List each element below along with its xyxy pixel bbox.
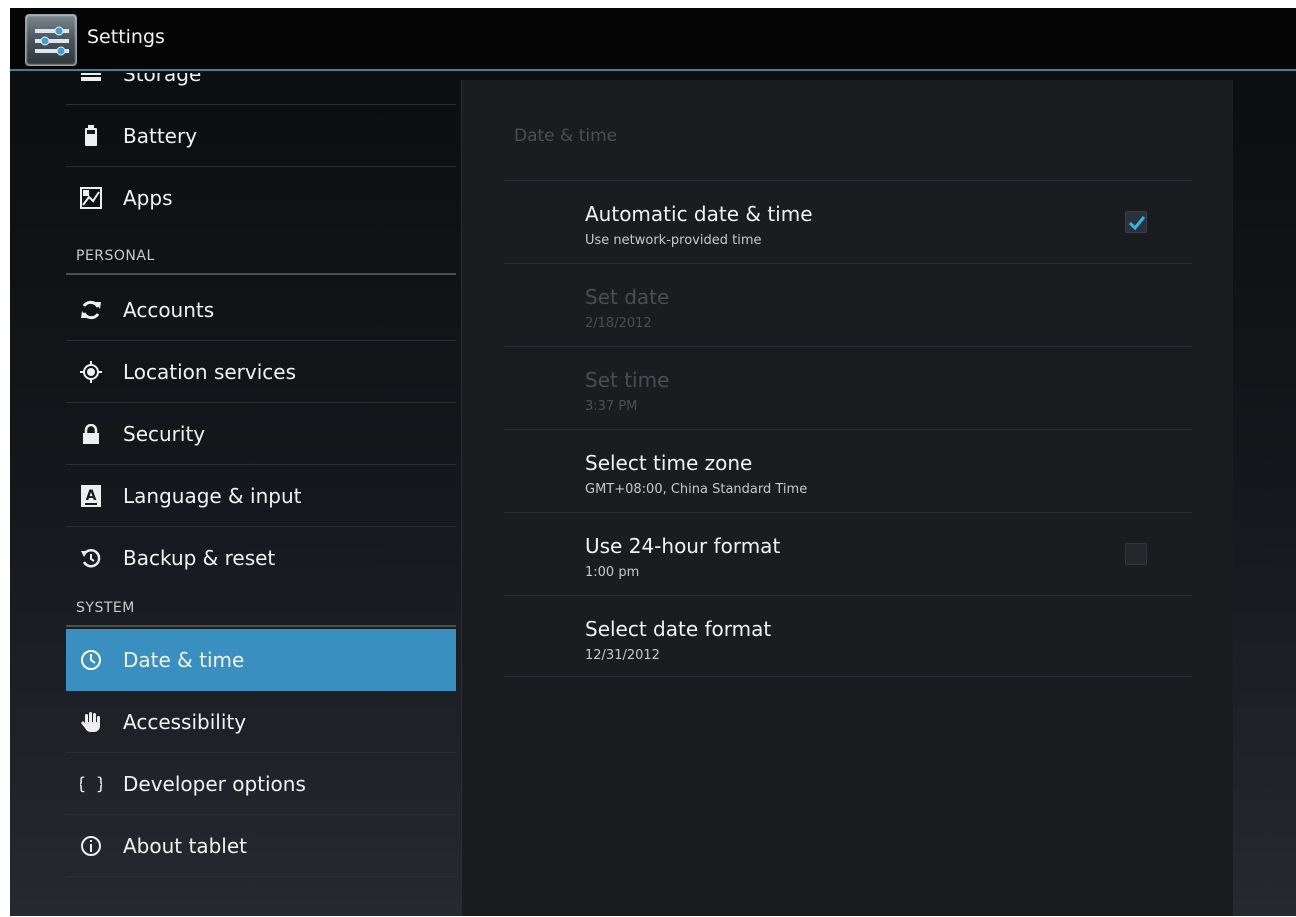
restore-icon [80, 547, 102, 569]
sidebar-item-security[interactable]: Security [66, 403, 456, 465]
pref-use-24-hour-format[interactable]: Use 24-hour format 1:00 pm [504, 512, 1192, 595]
location-icon [80, 360, 102, 383]
pref-summary: 12/31/2012 [585, 648, 660, 663]
sidebar-item-backup-reset[interactable]: Backup & reset [66, 527, 456, 589]
sidebar-item-accounts[interactable]: Accounts [66, 279, 456, 341]
pref-title: Select date format [585, 617, 772, 641]
pref-select-date-format[interactable]: Select date format 12/31/2012 [504, 595, 1192, 678]
settings-sidebar: Storage Battery Apps PERSONAL Accounts L… [66, 73, 456, 916]
hand-icon [80, 711, 102, 733]
date-time-panel: Date & time Automatic date & time Use ne… [461, 80, 1233, 916]
sidebar-item-label: Accessibility [123, 709, 247, 734]
pref-summary: GMT+08:00, China Standard Time [585, 482, 808, 497]
sidebar-item-label: About tablet [123, 833, 247, 858]
sync-icon [80, 299, 102, 321]
sidebar-item-label: Storage [123, 73, 202, 86]
sidebar-item-storage[interactable]: Storage [66, 73, 456, 105]
pref-summary: 2/18/2012 [585, 316, 652, 331]
apps-icon [80, 187, 102, 209]
panel-title: Date & time [514, 126, 618, 146]
checkmark-icon [1128, 216, 1146, 231]
braces-icon: { } [80, 773, 102, 795]
storage-icon [80, 73, 102, 85]
sidebar-item-label: Developer options [123, 771, 306, 796]
pref-set-time[interactable]: Set time 3:37 PM [504, 346, 1192, 429]
sidebar-item-developer-options[interactable]: { } Developer options [66, 753, 456, 815]
action-bar: Settings [10, 8, 1296, 71]
sidebar-item-about-tablet[interactable]: About tablet [66, 815, 456, 877]
use-24-hour-checkbox[interactable] [1125, 543, 1147, 565]
pref-title: Use 24-hour format [585, 534, 781, 558]
pref-summary: 3:37 PM [585, 399, 638, 414]
pref-title: Set time [585, 368, 670, 392]
app-title: Settings [87, 26, 165, 48]
section-header-personal: PERSONAL [66, 245, 456, 275]
sidebar-item-label: Battery [123, 123, 198, 148]
sidebar-item-label: Backup & reset [123, 546, 276, 570]
pref-summary: 1:00 pm [585, 565, 640, 580]
sidebar-item-label: Location services [123, 359, 297, 384]
section-header-system: SYSTEM [66, 597, 456, 627]
settings-sliders-icon[interactable] [25, 14, 77, 66]
sidebar-item-label: Date & time [123, 647, 245, 672]
keyboard-a-icon: A [80, 484, 102, 507]
sidebar-item-date-time[interactable]: Date & time [66, 629, 456, 691]
svg-text:{ }: { } [80, 774, 102, 793]
sidebar-item-location[interactable]: Location services [66, 341, 456, 403]
info-icon [80, 835, 102, 857]
pref-automatic-date-time[interactable]: Automatic date & time Use network-provid… [504, 180, 1192, 263]
list-divider [504, 676, 1192, 677]
battery-icon [80, 124, 102, 147]
clock-icon [80, 649, 102, 671]
tablet-screen: Settings Storage Battery Apps PERSONAL A… [10, 8, 1296, 916]
pref-summary: Use network-provided time [585, 233, 762, 248]
pref-title: Select time zone [585, 451, 753, 475]
sidebar-item-battery[interactable]: Battery [66, 105, 456, 167]
pref-title: Set date [585, 285, 670, 309]
sidebar-item-label: Language & input [123, 483, 302, 508]
sidebar-item-language-input[interactable]: A Language & input [66, 465, 456, 527]
auto-date-time-checkbox[interactable] [1125, 211, 1147, 233]
sidebar-item-accessibility[interactable]: Accessibility [66, 691, 456, 753]
svg-text:A: A [86, 488, 97, 504]
pref-set-date[interactable]: Set date 2/18/2012 [504, 263, 1192, 346]
sidebar-item-apps[interactable]: Apps [66, 167, 456, 229]
sidebar-item-label: Accounts [123, 297, 215, 322]
pref-title: Automatic date & time [585, 202, 813, 226]
lock-icon [80, 423, 102, 445]
pref-select-time-zone[interactable]: Select time zone GMT+08:00, China Standa… [504, 429, 1192, 512]
sidebar-item-label: Security [123, 421, 206, 446]
sidebar-item-label: Apps [123, 186, 173, 210]
